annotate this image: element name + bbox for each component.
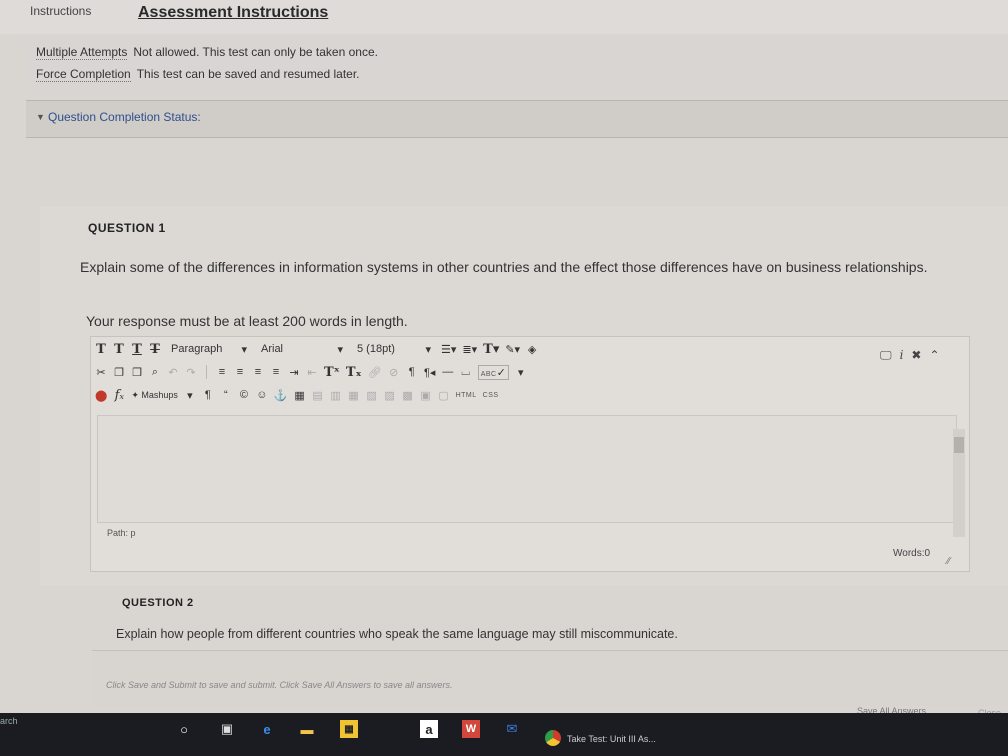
html-source-button[interactable]: HTML (456, 392, 477, 399)
table-props-icon[interactable]: ▣ (420, 389, 432, 402)
response-text-area[interactable] (97, 415, 957, 523)
fullscreen-icon[interactable]: ✖ (911, 348, 921, 363)
resize-handle-icon[interactable]: ∕∕ (947, 556, 950, 567)
font-family-select[interactable]: Arial ▾ (257, 341, 347, 357)
amazon-icon[interactable]: a (420, 720, 438, 738)
question-1-requirement: Your response must be at least 200 words… (86, 313, 408, 329)
align-center-icon[interactable]: ≡ (234, 366, 246, 378)
assessment-instructions-title[interactable]: Assessment Instructions (138, 4, 328, 22)
table-cell-icon[interactable]: ▦ (348, 389, 360, 402)
mashups-dropdown-icon[interactable]: ▾ (184, 389, 196, 402)
instruction-row-force-completion: Force Completion This test can be saved a… (36, 67, 360, 82)
cut-icon[interactable]: ✂ (95, 366, 107, 379)
task-view-icon[interactable]: ▣ (218, 720, 236, 738)
scrollbar-thumb[interactable] (954, 437, 964, 453)
find-icon[interactable]: ⌕ (149, 366, 161, 379)
spellcheck-dropdown-icon[interactable]: ▾ (515, 366, 527, 379)
copy-icon[interactable]: ❐ (113, 366, 125, 379)
collapse-toolbar-icon[interactable]: ⌃ (929, 348, 939, 363)
eraser-icon[interactable]: ◈ (526, 343, 538, 356)
rtl-paragraph-icon[interactable]: ¶◂ (424, 366, 436, 379)
word-count: Words:0 (893, 548, 931, 559)
bold-icon[interactable]: T (95, 342, 107, 357)
horizontal-rule-icon[interactable]: — (442, 366, 454, 378)
file-explorer-icon[interactable]: ▬ (298, 720, 316, 738)
font-size-select[interactable]: 5 (18pt) ▾ (353, 341, 435, 357)
text-color-icon[interactable]: T▾ (483, 342, 499, 357)
link-icon[interactable]: 🔗︎ (368, 366, 382, 379)
editor-path-label: Path: p (107, 528, 136, 538)
nonbreaking-space-icon[interactable]: ⌴ (460, 366, 472, 379)
instruction-row-multiple-attempts: Multiple Attempts Not allowed. This test … (36, 45, 378, 60)
store-icon[interactable]: ▦ (340, 720, 358, 738)
copyright-icon[interactable]: © (238, 389, 250, 401)
table-more-icon[interactable]: ▢ (438, 389, 450, 402)
align-right-icon[interactable]: ≡ (252, 366, 264, 378)
submit-footer (92, 650, 1008, 706)
underline-icon[interactable]: T (131, 342, 143, 357)
unlink-icon[interactable]: ⊘ (388, 366, 400, 379)
question-completion-status-label[interactable]: Question Completion Status: (48, 110, 201, 124)
superscript-icon[interactable]: Tˣ (324, 365, 340, 380)
table-row-icon[interactable]: ▤ (312, 389, 324, 402)
bullet-list-icon[interactable]: ☰▾ (441, 343, 456, 356)
instructions-panel: Multiple Attempts Not allowed. This test … (26, 36, 1008, 94)
pilcrow-icon[interactable]: ¶ (202, 389, 214, 401)
mashups-menu[interactable]: ✦ Mashups (131, 390, 178, 401)
record-icon[interactable]: ⬤ (95, 389, 107, 402)
toolbar-row-1: T T T T Paragraph ▾ Arial ▾ 5 (18pt) ▾ ☰▾ ≣… (95, 338, 538, 360)
subscript-icon[interactable]: Tₓ (346, 365, 362, 380)
ltr-paragraph-icon[interactable]: ¶ (406, 366, 418, 378)
italic-icon[interactable]: T (113, 342, 125, 357)
toolbar-divider (206, 365, 207, 379)
question-2-label: QUESTION 2 (122, 597, 194, 609)
justify-icon[interactable]: ≡ (270, 366, 282, 378)
chevron-down-icon[interactable]: ▼ (36, 112, 45, 122)
numbered-list-icon[interactable]: ≣▾ (462, 343, 477, 356)
chrome-take-test-task[interactable]: Take Test: Unit III As... (567, 734, 656, 744)
editor-scrollbar[interactable] (953, 429, 965, 537)
tab-instructions[interactable]: Instructions (30, 4, 91, 18)
toolbar-row-3: ⬤ fₓ ✦ Mashups ▾ ¶ “ © ☺ ⚓ ▦ ▤ ▥ ▦ ▧ ▨ ▩… (95, 384, 499, 406)
instruction-label: Multiple Attempts (36, 45, 128, 60)
table-merge-icon[interactable]: ▧ (366, 389, 378, 402)
blockquote-icon[interactable]: “ (220, 389, 232, 401)
spellcheck-icon[interactable]: ABC✓ (477, 364, 509, 380)
table-delete-icon[interactable]: ▩ (402, 389, 414, 402)
question-2-text: Explain how people from different countr… (116, 627, 678, 641)
taskbar-search-box[interactable]: arch (0, 716, 18, 726)
paste-icon[interactable]: ❒ (131, 366, 143, 379)
emoticon-icon[interactable]: ☺ (256, 389, 268, 401)
preview-icon[interactable]: 🖵︎ (880, 348, 892, 363)
instruction-value: Not allowed. This test can only be taken… (133, 45, 378, 59)
editor-toolbar-right: 🖵︎ i ✖ ⌃ (880, 348, 940, 363)
css-button[interactable]: CSS (483, 392, 499, 399)
submit-instructions-note: Click Save and Submit to save and submit… (106, 680, 453, 690)
cortana-icon[interactable]: ○ (175, 720, 193, 738)
info-icon[interactable]: i (900, 348, 904, 363)
table-icon[interactable]: ▦ (294, 389, 306, 402)
table-split-icon[interactable]: ▨ (384, 389, 396, 402)
paragraph-format-select[interactable]: Paragraph ▾ (167, 341, 251, 357)
redo-icon[interactable]: ↷ (185, 366, 197, 379)
outdent-icon[interactable]: ⇤ (306, 366, 318, 379)
strikethrough-icon[interactable]: T (149, 342, 161, 357)
instruction-value: This test can be saved and resumed later… (136, 67, 360, 81)
highlight-pen-icon[interactable]: ✎▾ (505, 343, 520, 356)
formula-icon[interactable]: fₓ (113, 388, 125, 403)
undo-icon[interactable]: ↶ (167, 366, 179, 379)
edge-browser-icon[interactable]: e (258, 720, 276, 738)
instruction-label: Force Completion (36, 67, 131, 82)
chrome-icon[interactable] (545, 730, 561, 746)
toolbar-row-2: ✂ ❐ ❒ ⌕ ↶ ↷ ≡ ≡ ≡ ≡ ⇥ ⇤ Tˣ Tₓ 🔗︎ ⊘ ¶ ¶◂ … (95, 361, 527, 383)
mail-icon[interactable]: ✉ (503, 720, 521, 738)
question-1-text: Explain some of the differences in infor… (80, 259, 928, 275)
anchor-icon[interactable]: ⚓ (274, 389, 288, 402)
align-left-icon[interactable]: ≡ (216, 366, 228, 378)
office-icon[interactable]: W (462, 720, 480, 738)
indent-icon[interactable]: ⇥ (288, 366, 300, 379)
table-column-icon[interactable]: ▥ (330, 389, 342, 402)
rich-text-editor: T T T T Paragraph ▾ Arial ▾ 5 (18pt) ▾ ☰▾ ≣… (90, 336, 970, 572)
question-1-label: QUESTION 1 (88, 221, 166, 235)
